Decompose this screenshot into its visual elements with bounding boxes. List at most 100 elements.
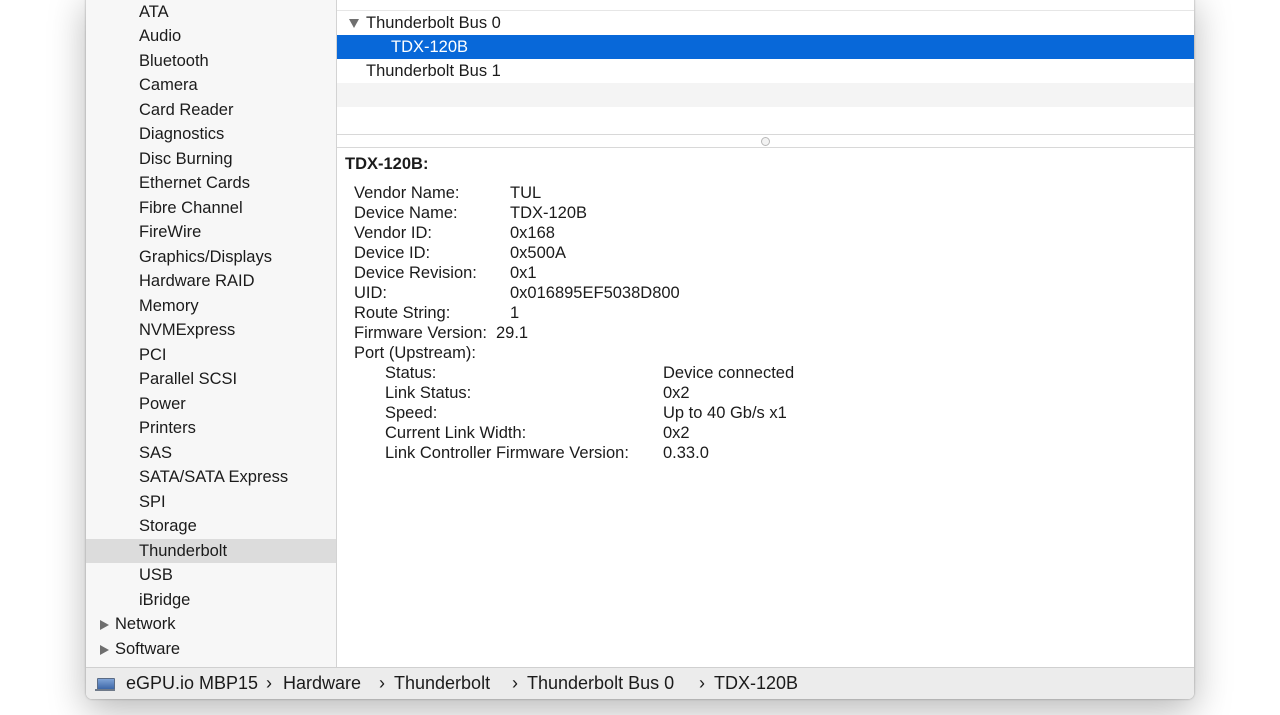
sidebar-item-camera[interactable]: Camera xyxy=(86,73,336,97)
sidebar-group-software[interactable]: Software xyxy=(86,637,336,661)
sidebar-item-usb[interactable]: USB xyxy=(86,563,336,587)
sidebar-item-pci[interactable]: PCI xyxy=(86,343,336,367)
property-row: UID: 0x016895EF5038D800 xyxy=(337,283,1194,303)
sidebar: ATA Audio Bluetooth Camera Card Reader D… xyxy=(86,0,337,667)
port-property-row: Link Status: 0x2 xyxy=(337,383,1194,403)
sidebar-item-memory[interactable]: Memory xyxy=(86,294,336,318)
sidebar-item-thunderbolt[interactable]: Thunderbolt xyxy=(86,539,336,563)
tree-row-label: Thunderbolt Bus 1 xyxy=(366,62,501,80)
sidebar-item-parallel-scsi[interactable]: Parallel SCSI xyxy=(86,367,336,391)
property-label: Link Status: xyxy=(385,384,472,402)
property-label: Vendor ID: xyxy=(354,224,432,242)
port-property-row: Link Controller Firmware Version: 0.33.0 xyxy=(337,443,1194,463)
sidebar-item-fibre-channel[interactable]: Fibre Channel xyxy=(86,196,336,220)
property-value: 0x500A xyxy=(510,244,566,262)
sidebar-item-disc-burning[interactable]: Disc Burning xyxy=(86,147,336,171)
sidebar-item-label: NVMExpress xyxy=(139,321,236,339)
breadcrumb-separator: › xyxy=(266,673,272,693)
detail-pane: TDX-120B: Vendor Name: TUL Device Name: … xyxy=(337,148,1194,667)
system-information-window: ATA Audio Bluetooth Camera Card Reader D… xyxy=(86,0,1194,699)
sidebar-item-label: Hardware RAID xyxy=(139,272,255,290)
sidebar-item-ethernet-cards[interactable]: Ethernet Cards xyxy=(86,171,336,195)
property-value: 0x016895EF5038D800 xyxy=(510,284,680,302)
breadcrumb-computer[interactable]: eGPU.io MBP15 xyxy=(126,668,258,699)
tree-row-tdx-120b[interactable]: TDX-120B xyxy=(337,35,1194,59)
sidebar-item-label: Disc Burning xyxy=(139,150,233,168)
sidebar-item-bluetooth[interactable]: Bluetooth xyxy=(86,49,336,73)
property-value: 0x168 xyxy=(510,224,555,242)
sidebar-item-spi[interactable]: SPI xyxy=(86,490,336,514)
breadcrumb-thunderbolt-bus-0[interactable]: Thunderbolt Bus 0 xyxy=(527,668,674,699)
property-value: 0x2 xyxy=(663,424,690,442)
port-property-row: Speed: Up to 40 Gb/s x1 xyxy=(337,403,1194,423)
property-label: Link Controller Firmware Version: xyxy=(385,444,629,462)
breadcrumb-separator: › xyxy=(699,673,705,693)
sidebar-item-label: Bluetooth xyxy=(139,52,209,70)
sidebar-group-label: Network xyxy=(115,615,176,633)
property-row: Device Name: TDX-120B xyxy=(337,203,1194,223)
sidebar-item-firewire[interactable]: FireWire xyxy=(86,220,336,244)
tree-row-thunderbolt-bus-0[interactable]: Thunderbolt Bus 0 xyxy=(337,11,1194,35)
disclosure-triangle-icon[interactable] xyxy=(349,19,359,28)
property-value: 0.33.0 xyxy=(663,444,709,462)
property-label: Device Revision: xyxy=(354,264,477,282)
split-view-divider[interactable] xyxy=(337,134,1194,148)
detail-title: TDX-120B: xyxy=(345,155,429,173)
sidebar-item-graphics-displays[interactable]: Graphics/Displays xyxy=(86,245,336,269)
sidebar-item-storage[interactable]: Storage xyxy=(86,514,336,538)
property-value: 29.1 xyxy=(496,324,529,342)
sidebar-item-label: Diagnostics xyxy=(139,125,225,143)
property-label: Port (Upstream): xyxy=(354,344,476,362)
tree-row-label: TDX-120B xyxy=(391,38,469,56)
sidebar-item-label: Ethernet Cards xyxy=(139,174,250,192)
sidebar-item-nvmexpress[interactable]: NVMExpress xyxy=(86,318,336,342)
property-value: 1 xyxy=(510,304,520,322)
sidebar-group-network[interactable]: Network xyxy=(86,612,336,636)
property-label: Firmware Version: xyxy=(354,324,487,342)
sidebar-item-hardware-raid[interactable]: Hardware RAID xyxy=(86,269,336,293)
property-row: Route String: 1 xyxy=(337,303,1194,323)
divider-grip-icon[interactable] xyxy=(761,137,770,146)
sidebar-item-sata[interactable]: SATA/SATA Express xyxy=(86,465,336,489)
sidebar-item-label: Camera xyxy=(139,76,198,94)
sidebar-group-label: Software xyxy=(115,640,181,658)
sidebar-item-label: SPI xyxy=(139,493,166,511)
sidebar-item-printers[interactable]: Printers xyxy=(86,416,336,440)
sidebar-item-label: USB xyxy=(139,566,173,584)
sidebar-item-ibridge[interactable]: iBridge xyxy=(86,588,336,612)
sidebar-item-label: ATA xyxy=(139,3,169,21)
tree-row-empty xyxy=(337,83,1194,107)
breadcrumb-tdx-120b[interactable]: TDX-120B xyxy=(714,668,798,699)
breadcrumb-hardware[interactable]: Hardware xyxy=(283,668,361,699)
property-row: Vendor Name: TUL xyxy=(337,183,1194,203)
sidebar-item-diagnostics[interactable]: Diagnostics xyxy=(86,122,336,146)
sidebar-item-label: SATA/SATA Express xyxy=(139,468,289,486)
disclosure-triangle-icon[interactable] xyxy=(100,645,109,655)
property-value: Up to 40 Gb/s x1 xyxy=(663,404,787,422)
property-row: Device ID: 0x500A xyxy=(337,243,1194,263)
tree-row-label: Thunderbolt Bus 0 xyxy=(366,14,501,32)
tree-row-thunderbolt-bus-1[interactable]: Thunderbolt Bus 1 xyxy=(337,59,1194,83)
breadcrumb-thunderbolt[interactable]: Thunderbolt xyxy=(394,668,490,699)
sidebar-item-label: iBridge xyxy=(139,591,191,609)
sidebar-item-label: Printers xyxy=(139,419,196,437)
sidebar-item-audio[interactable]: Audio xyxy=(86,24,336,48)
sidebar-item-ata[interactable]: ATA xyxy=(86,0,336,24)
property-label: Vendor Name: xyxy=(354,184,460,202)
sidebar-item-card-reader[interactable]: Card Reader xyxy=(86,98,336,122)
device-tree: Thunderbolt Bus 0 TDX-120B Thunderbolt B… xyxy=(337,0,1194,134)
property-value: TDX-120B xyxy=(510,204,588,222)
disclosure-triangle-icon[interactable] xyxy=(100,620,109,630)
property-row: Vendor ID: 0x168 xyxy=(337,223,1194,243)
property-label: UID: xyxy=(354,284,387,302)
property-label: Route String: xyxy=(354,304,451,322)
sidebar-item-power[interactable]: Power xyxy=(86,392,336,416)
sidebar-item-label: SAS xyxy=(139,444,173,462)
property-value: Device connected xyxy=(663,364,795,382)
path-bar: eGPU.io MBP15 › Hardware › Thunderbolt ›… xyxy=(86,667,1194,699)
property-label: Device Name: xyxy=(354,204,458,222)
sidebar-item-label: FireWire xyxy=(139,223,202,241)
sidebar-item-sas[interactable]: SAS xyxy=(86,441,336,465)
sidebar-item-label: Card Reader xyxy=(139,101,234,119)
sidebar-item-label: Parallel SCSI xyxy=(139,370,238,388)
